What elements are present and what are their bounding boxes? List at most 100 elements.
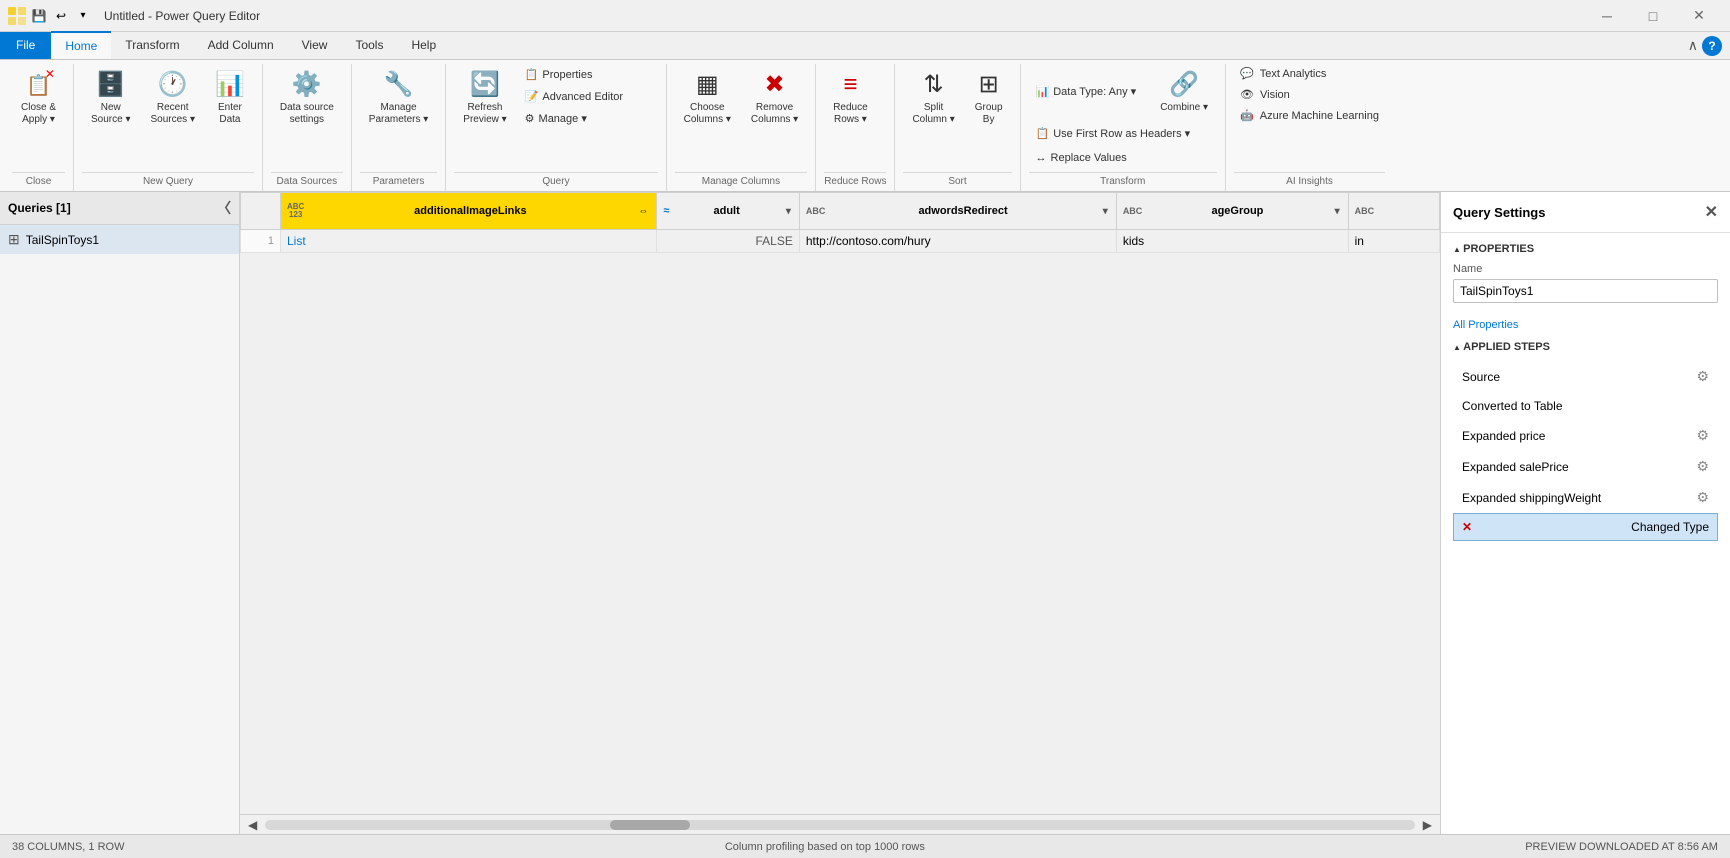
group-by-label: GroupBy xyxy=(975,102,1003,126)
query-item-name: TailSpinToys1 xyxy=(26,233,99,247)
col-type-icon-ageGroup: ABC xyxy=(1123,207,1143,216)
maximize-button[interactable]: □ xyxy=(1630,0,1676,32)
cell-additionalImageLinks-1[interactable]: List xyxy=(281,230,657,253)
split-column-button[interactable]: ⇅ SplitColumn ▾ xyxy=(903,64,963,131)
step-source[interactable]: Source ⚙ xyxy=(1453,361,1718,392)
ribbon-group-data-sources: ⚙️ Data sourcesettings Data Sources xyxy=(263,64,352,191)
manage-parameters-label: ManageParameters ▾ xyxy=(369,102,428,126)
replace-values-button[interactable]: ↔ Replace Values xyxy=(1029,148,1134,168)
col-filter-ageGroup[interactable]: ▾ xyxy=(1333,204,1342,219)
group-by-icon: ⊞ xyxy=(979,69,999,100)
list-link-1[interactable]: List xyxy=(287,234,306,248)
combine-icon: 🔗 xyxy=(1169,69,1199,100)
use-first-row-button[interactable]: 📋 Use First Row as Headers ▾ xyxy=(1029,123,1198,144)
tab-add-column[interactable]: Add Column xyxy=(194,32,288,59)
minimize-button[interactable]: ─ xyxy=(1584,0,1630,32)
manage-button[interactable]: ⚙ Manage ▾ xyxy=(518,108,658,129)
ribbon-collapse-icon[interactable]: ∧ xyxy=(1688,37,1698,54)
new-source-button[interactable]: 🗄️ NewSource ▾ xyxy=(82,64,139,131)
recent-sources-button[interactable]: 🕐 RecentSources ▾ xyxy=(142,64,204,131)
window-controls: ─ □ ✕ xyxy=(1584,0,1722,32)
data-sources-buttons: ⚙️ Data sourcesettings xyxy=(271,64,343,168)
tab-home[interactable]: Home xyxy=(51,31,111,59)
remove-columns-button[interactable]: ✖ RemoveColumns ▾ xyxy=(742,64,807,131)
qs-close-button[interactable]: ✕ xyxy=(1705,202,1718,222)
tab-view[interactable]: View xyxy=(288,32,342,59)
col-header-inner-adwordsRedirect[interactable]: ABC adwordsRedirect ▾ xyxy=(800,193,1116,229)
step-changed-type[interactable]: ✕ Changed Type xyxy=(1453,513,1718,541)
vision-button[interactable]: 👁 Vision xyxy=(1234,85,1296,104)
close-apply-button[interactable]: 📋 ✕ Close &Apply ▾ xyxy=(12,64,65,131)
cell-adwordsRedirect-1[interactable]: http://contoso.com/hury xyxy=(799,230,1116,253)
collapse-panel-button[interactable]: 〈 xyxy=(217,198,231,218)
step-expanded-price-gear[interactable]: ⚙ xyxy=(1696,427,1709,444)
cell-adult-1[interactable]: FALSE xyxy=(657,230,799,253)
cell-ageGroup-1[interactable]: kids xyxy=(1116,230,1348,253)
group-by-button[interactable]: ⊞ GroupBy xyxy=(966,64,1012,131)
enter-data-button[interactable]: 📊 EnterData xyxy=(206,64,254,131)
combine-button[interactable]: 🔗 Combine ▾ xyxy=(1151,64,1217,119)
data-type-label: Data Type: Any ▾ xyxy=(1053,85,1136,98)
save-icon[interactable]: 💾 xyxy=(30,7,48,25)
help-icon[interactable]: ? xyxy=(1702,36,1722,56)
dropdown-arrow-icon[interactable]: ▾ xyxy=(74,7,92,25)
ribbon-group-ai: 💬 Text Analytics 👁 Vision 🤖 Azure Machin… xyxy=(1226,64,1393,191)
reduce-rows-button[interactable]: ≡ ReduceRows ▾ xyxy=(824,64,876,131)
qs-name-input[interactable] xyxy=(1453,279,1718,303)
ribbon-group-sort: ⇅ SplitColumn ▾ ⊞ GroupBy Sort xyxy=(895,64,1020,191)
data-table-container[interactable]: ABC 123 additionalImageLinks ⇔ ≈ xyxy=(240,192,1440,814)
advanced-editor-label: Advanced Editor xyxy=(542,91,623,103)
text-analytics-icon: 💬 xyxy=(1240,67,1254,80)
manage-label: Manage ▾ xyxy=(539,112,587,125)
close-button[interactable]: ✕ xyxy=(1676,0,1722,32)
all-properties-link[interactable]: All Properties xyxy=(1453,319,1518,331)
text-analytics-button[interactable]: 💬 Text Analytics xyxy=(1234,64,1332,83)
scroll-bar-area: ◀ ▶ xyxy=(240,814,1440,834)
azure-ml-button[interactable]: 🤖 Azure Machine Learning xyxy=(1234,106,1385,125)
data-type-button[interactable]: 📊 Data Type: Any ▾ xyxy=(1029,81,1144,102)
step-source-gear[interactable]: ⚙ xyxy=(1696,368,1709,385)
undo-icon[interactable]: ↩ xyxy=(52,7,70,25)
step-changed-type-label: Changed Type xyxy=(1631,520,1709,534)
step-expanded-shippingweight-gear[interactable]: ⚙ xyxy=(1696,489,1709,506)
step-expanded-saleprice-gear[interactable]: ⚙ xyxy=(1696,458,1709,475)
step-expanded-saleprice[interactable]: Expanded salePrice ⚙ xyxy=(1453,451,1718,482)
data-source-settings-button[interactable]: ⚙️ Data sourcesettings xyxy=(271,64,343,131)
step-expanded-shippingweight[interactable]: Expanded shippingWeight ⚙ xyxy=(1453,482,1718,513)
status-bar: 38 COLUMNS, 1 ROW Column profiling based… xyxy=(0,834,1730,858)
tab-tools[interactable]: Tools xyxy=(341,32,397,59)
col-resize-additionalImageLinks[interactable]: ⇔ xyxy=(636,204,650,219)
col-filter-adwordsRedirect[interactable]: ▾ xyxy=(1101,204,1110,219)
step-source-label: Source xyxy=(1462,370,1500,384)
col-filter-adult[interactable]: ▾ xyxy=(784,204,793,219)
manage-parameters-button[interactable]: 🔧 ManageParameters ▾ xyxy=(360,64,437,131)
col-header-inner-ageGroup[interactable]: ABC ageGroup ▾ xyxy=(1117,193,1348,229)
tab-transform[interactable]: Transform xyxy=(111,32,193,59)
step-converted-to-table[interactable]: Converted to Table xyxy=(1453,392,1718,420)
col-header-inner-more[interactable]: ABC xyxy=(1349,193,1439,229)
advanced-editor-button[interactable]: 📝 Advanced Editor xyxy=(518,86,658,107)
tab-help[interactable]: Help xyxy=(397,32,450,59)
properties-button[interactable]: 📋 Properties xyxy=(518,64,658,85)
scroll-left-button[interactable]: ◀ xyxy=(244,818,261,832)
scroll-thumb[interactable] xyxy=(610,820,690,830)
col-header-inner-additionalImageLinks[interactable]: ABC 123 additionalImageLinks ⇔ xyxy=(281,193,656,229)
ai-buttons: 💬 Text Analytics 👁 Vision 🤖 Azure Machin… xyxy=(1234,64,1385,168)
col-header-inner-adult[interactable]: ≈ adult ▾ xyxy=(657,193,798,229)
step-expanded-price[interactable]: Expanded price ⚙ xyxy=(1453,420,1718,451)
qs-header: Query Settings ✕ xyxy=(1441,192,1730,233)
data-table: ABC 123 additionalImageLinks ⇔ ≈ xyxy=(240,192,1440,253)
azure-ml-icon: 🤖 xyxy=(1240,109,1254,122)
scroll-track[interactable] xyxy=(265,820,1415,830)
query-item-tailspintoys[interactable]: ⊞ TailSpinToys1 xyxy=(0,225,239,254)
tab-file[interactable]: File xyxy=(0,32,51,59)
manage-parameters-icon: 🔧 xyxy=(384,69,414,100)
cell-more-1[interactable]: in xyxy=(1348,230,1439,253)
new-query-buttons: 🗄️ NewSource ▾ 🕐 RecentSources ▾ 📊 Enter… xyxy=(82,64,254,168)
title-icons: 💾 ↩ ▾ xyxy=(8,7,92,25)
close-group-buttons: 📋 ✕ Close &Apply ▾ xyxy=(12,64,65,168)
properties-icon: 📋 xyxy=(525,68,539,81)
refresh-preview-button[interactable]: 🔄 RefreshPreview ▾ xyxy=(454,64,515,131)
choose-columns-button[interactable]: ▦ ChooseColumns ▾ xyxy=(675,64,740,131)
scroll-right-button[interactable]: ▶ xyxy=(1419,818,1436,832)
